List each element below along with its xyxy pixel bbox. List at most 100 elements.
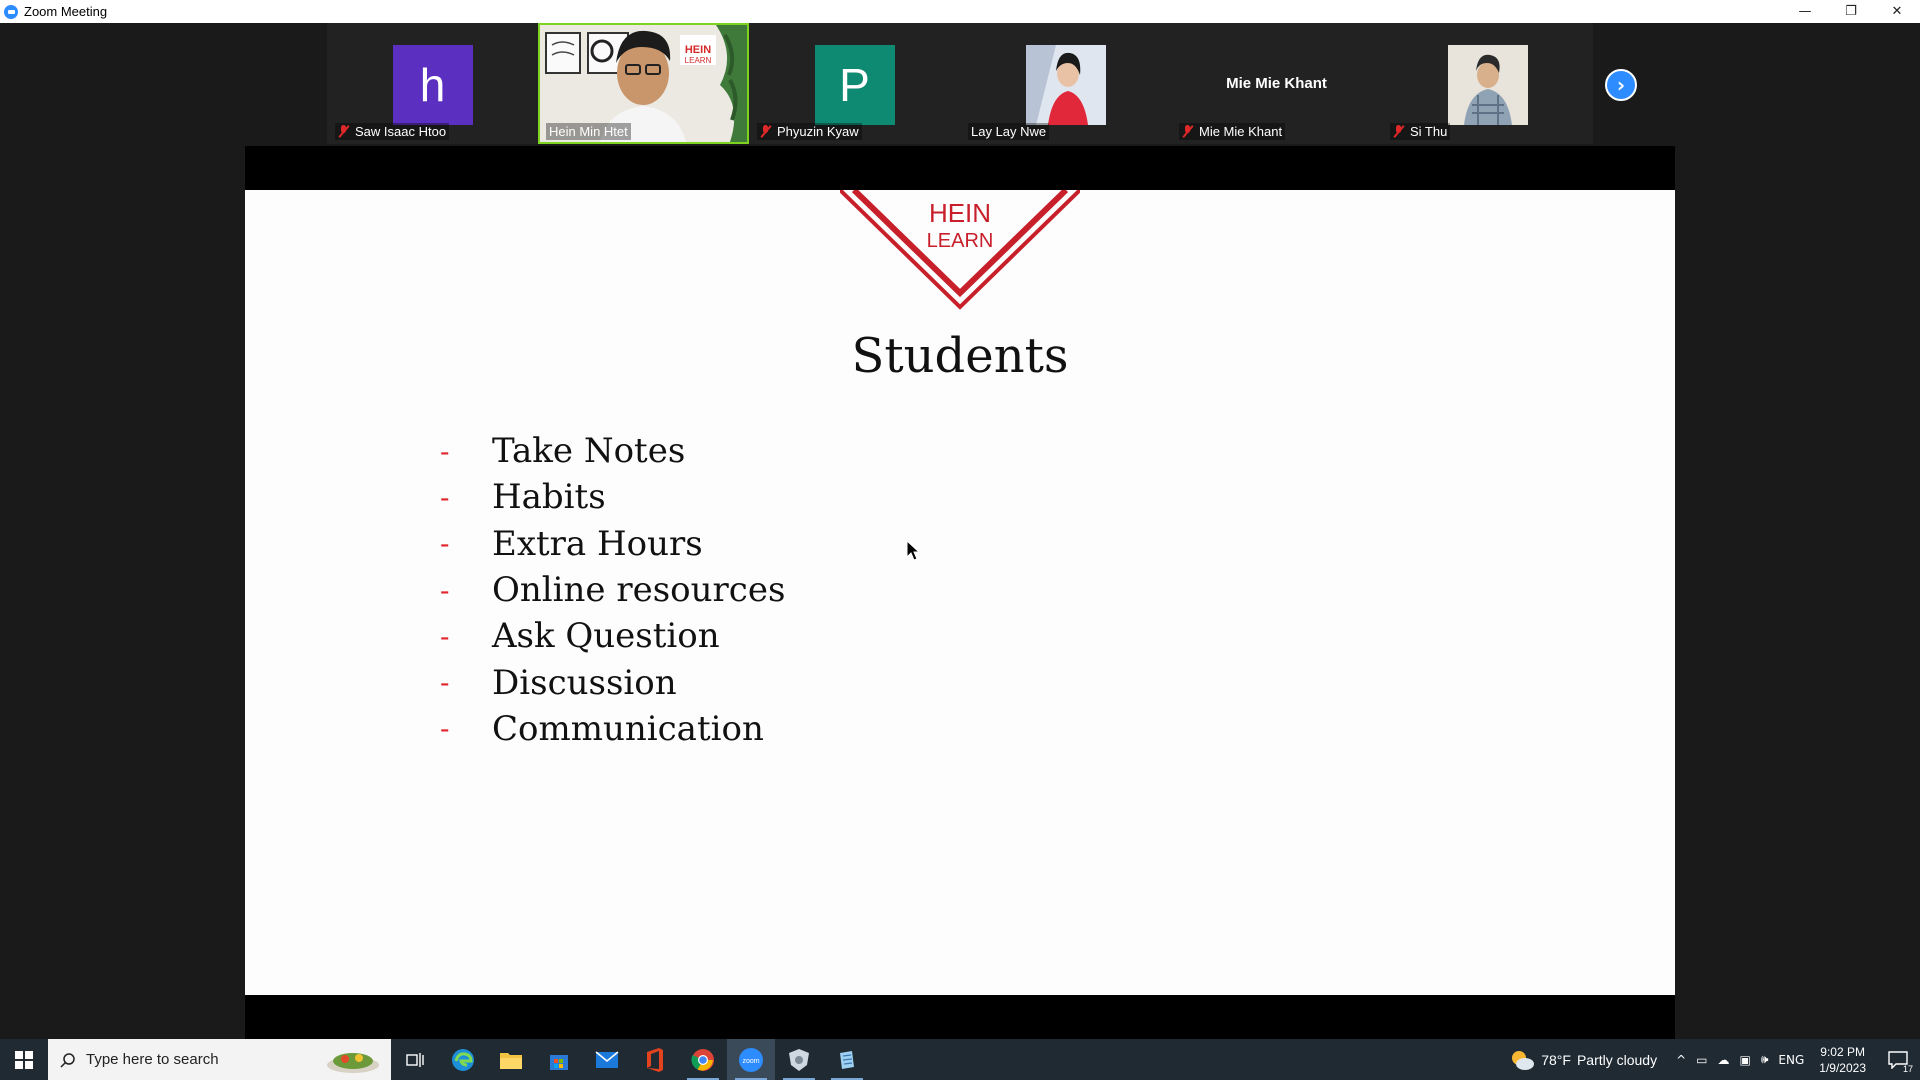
mail-icon[interactable] <box>583 1039 631 1080</box>
title-bar: Zoom Meeting — ❐ ✕ <box>0 0 1920 23</box>
slide-title: Students <box>851 328 1069 384</box>
hein-learn-logo: HEIN LEARN <box>840 190 1080 310</box>
clock[interactable]: 9:02 PM 1/9/2023 <box>1819 1044 1866 1076</box>
participant-name: Saw Isaac Htoo <box>355 124 447 139</box>
onedrive-icon[interactable]: ☁ <box>1718 1053 1730 1067</box>
notification-count: 17 <box>1902 1064 1913 1074</box>
chevron-up-icon[interactable]: ^ <box>1676 1053 1686 1067</box>
volume-icon[interactable]: 🕪 <box>1761 1052 1769 1067</box>
bullet-list: - Take Notes - Habits - Extra Hours - Online… <box>440 428 785 752</box>
bullet-dash: - <box>440 666 450 700</box>
restore-button[interactable]: ❐ <box>1828 0 1874 23</box>
windows-taskbar: Type here to search zoom 78°F Partly clo… <box>0 1039 1920 1080</box>
clock-date: 1/9/2023 <box>1819 1060 1866 1075</box>
screen-share-area: HEIN LEARN Students - Take Notes - Habits … <box>245 146 1675 1039</box>
window-title: Zoom Meeting <box>24 4 108 19</box>
avatar: P <box>814 45 895 125</box>
list-item: - Extra Hours <box>440 521 785 567</box>
svg-text:HEIN: HEIN <box>685 44 711 56</box>
language-indicator[interactable]: ENG <box>1778 1053 1804 1067</box>
office-icon[interactable] <box>631 1039 679 1080</box>
participant-strip: h Saw Isaac Htoo HEIN LEARN Hein Min Hte… <box>327 23 1593 144</box>
profile-photo <box>1025 45 1106 125</box>
list-item: - Habits <box>440 474 785 520</box>
muted-mic-icon <box>1393 125 1405 138</box>
bullet-dash: - <box>440 527 450 561</box>
participant-name: Mie Mie Khant <box>1199 124 1283 139</box>
minimize-button[interactable]: — <box>1782 0 1828 23</box>
search-placeholder: Type here to search <box>86 1051 219 1068</box>
list-item: - Ask Question <box>440 613 785 659</box>
system-tray: 78°F Partly cloudy ^ ▭ ☁ ▣ 🕪 ENG 9:02 PM… <box>1509 1039 1920 1080</box>
search-highlight-image-icon <box>327 1053 379 1073</box>
bullet-text: Communication <box>492 708 764 749</box>
bullet-dash: - <box>440 480 450 514</box>
meeting-area: h Saw Isaac Htoo HEIN LEARN Hein Min Hte… <box>0 23 1920 1039</box>
participant-name: Si Thu <box>1410 124 1448 139</box>
muted-mic-icon <box>1182 125 1194 138</box>
participant-name: Phyuzin Kyaw <box>777 124 859 139</box>
next-page-button[interactable]: › <box>1605 69 1637 101</box>
list-item: - Take Notes <box>440 428 785 474</box>
muted-mic-icon <box>760 125 772 138</box>
participant-name-label: Lay Lay Nwe <box>968 123 1050 140</box>
svg-text:HEIN: HEIN <box>929 198 991 228</box>
security-app-icon[interactable] <box>775 1039 823 1080</box>
chrome-icon[interactable] <box>679 1039 727 1080</box>
bullet-dash: - <box>440 573 450 607</box>
participant-tile[interactable]: Lay Lay Nwe <box>960 23 1171 144</box>
svg-text:LEARN: LEARN <box>685 56 712 65</box>
muted-mic-icon <box>338 125 350 138</box>
zoom-app-icon <box>4 4 18 19</box>
task-view-icon[interactable] <box>391 1039 439 1080</box>
clock-time: 9:02 PM <box>1820 1044 1865 1059</box>
participant-name-label: Saw Isaac Htoo <box>335 123 450 140</box>
avatar: h <box>392 45 473 125</box>
participant-name-label: Mie Mie Khant <box>1179 123 1286 140</box>
edge-browser-icon[interactable] <box>439 1039 487 1080</box>
list-item: - Discussion <box>440 659 785 705</box>
participant-display-name: Mie Mie Khant <box>1226 75 1327 92</box>
file-explorer-icon[interactable] <box>487 1039 535 1080</box>
participant-tile[interactable]: P Phyuzin Kyaw <box>749 23 960 144</box>
participant-tile[interactable]: h Saw Isaac Htoo <box>327 23 538 144</box>
weather-widget[interactable]: 78°F Partly cloudy <box>1509 1049 1657 1071</box>
list-item: - Online resources <box>440 567 785 613</box>
start-button[interactable] <box>0 1039 48 1080</box>
bullet-text: Discussion <box>492 662 677 703</box>
notifications-button[interactable]: 17 <box>1876 1039 1920 1080</box>
close-button[interactable]: ✕ <box>1874 0 1920 23</box>
windows-logo-icon <box>15 1050 33 1069</box>
network-icon[interactable]: ▣ <box>1740 1053 1751 1067</box>
participant-name: Hein Min Htet <box>549 124 628 139</box>
mouse-cursor-icon <box>906 540 921 561</box>
window-controls: — ❐ ✕ <box>1782 0 1920 23</box>
list-item: - Communication <box>440 706 785 752</box>
avatar-letter: h <box>419 59 446 111</box>
meet-now-icon[interactable]: ▭ <box>1696 1053 1707 1067</box>
search-icon <box>60 1052 75 1068</box>
bullet-dash: - <box>440 619 450 653</box>
participant-name-label: Hein Min Htet <box>546 123 631 140</box>
participant-tile-active[interactable]: HEIN LEARN Hein Min Htet <box>538 23 749 144</box>
svg-text:zoom: zoom <box>742 1058 759 1065</box>
chevron-right-icon: › <box>1616 73 1626 97</box>
zoom-taskbar-icon[interactable]: zoom <box>727 1039 775 1080</box>
bullet-dash: - <box>440 712 450 746</box>
microsoft-store-icon[interactable] <box>535 1039 583 1080</box>
bullet-text: Online resources <box>492 570 786 611</box>
bullet-dash: - <box>440 434 450 468</box>
weather-description: Partly cloudy <box>1576 1051 1658 1068</box>
participant-tile[interactable]: Si Thu <box>1382 23 1593 144</box>
participant-name: Lay Lay Nwe <box>971 124 1047 139</box>
bullet-text: Habits <box>492 477 606 518</box>
weather-temperature: 78°F <box>1541 1051 1571 1068</box>
partly-cloudy-icon <box>1512 1050 1535 1070</box>
avatar-letter: P <box>839 59 870 111</box>
taskbar-search[interactable]: Type here to search <box>48 1039 391 1080</box>
bullet-text: Take Notes <box>492 431 686 472</box>
notepad-icon[interactable] <box>823 1039 871 1080</box>
svg-text:LEARN: LEARN <box>927 230 994 252</box>
bullet-text: Ask Question <box>492 616 720 657</box>
participant-tile[interactable]: Mie Mie Khant Mie Mie Khant <box>1171 23 1382 144</box>
